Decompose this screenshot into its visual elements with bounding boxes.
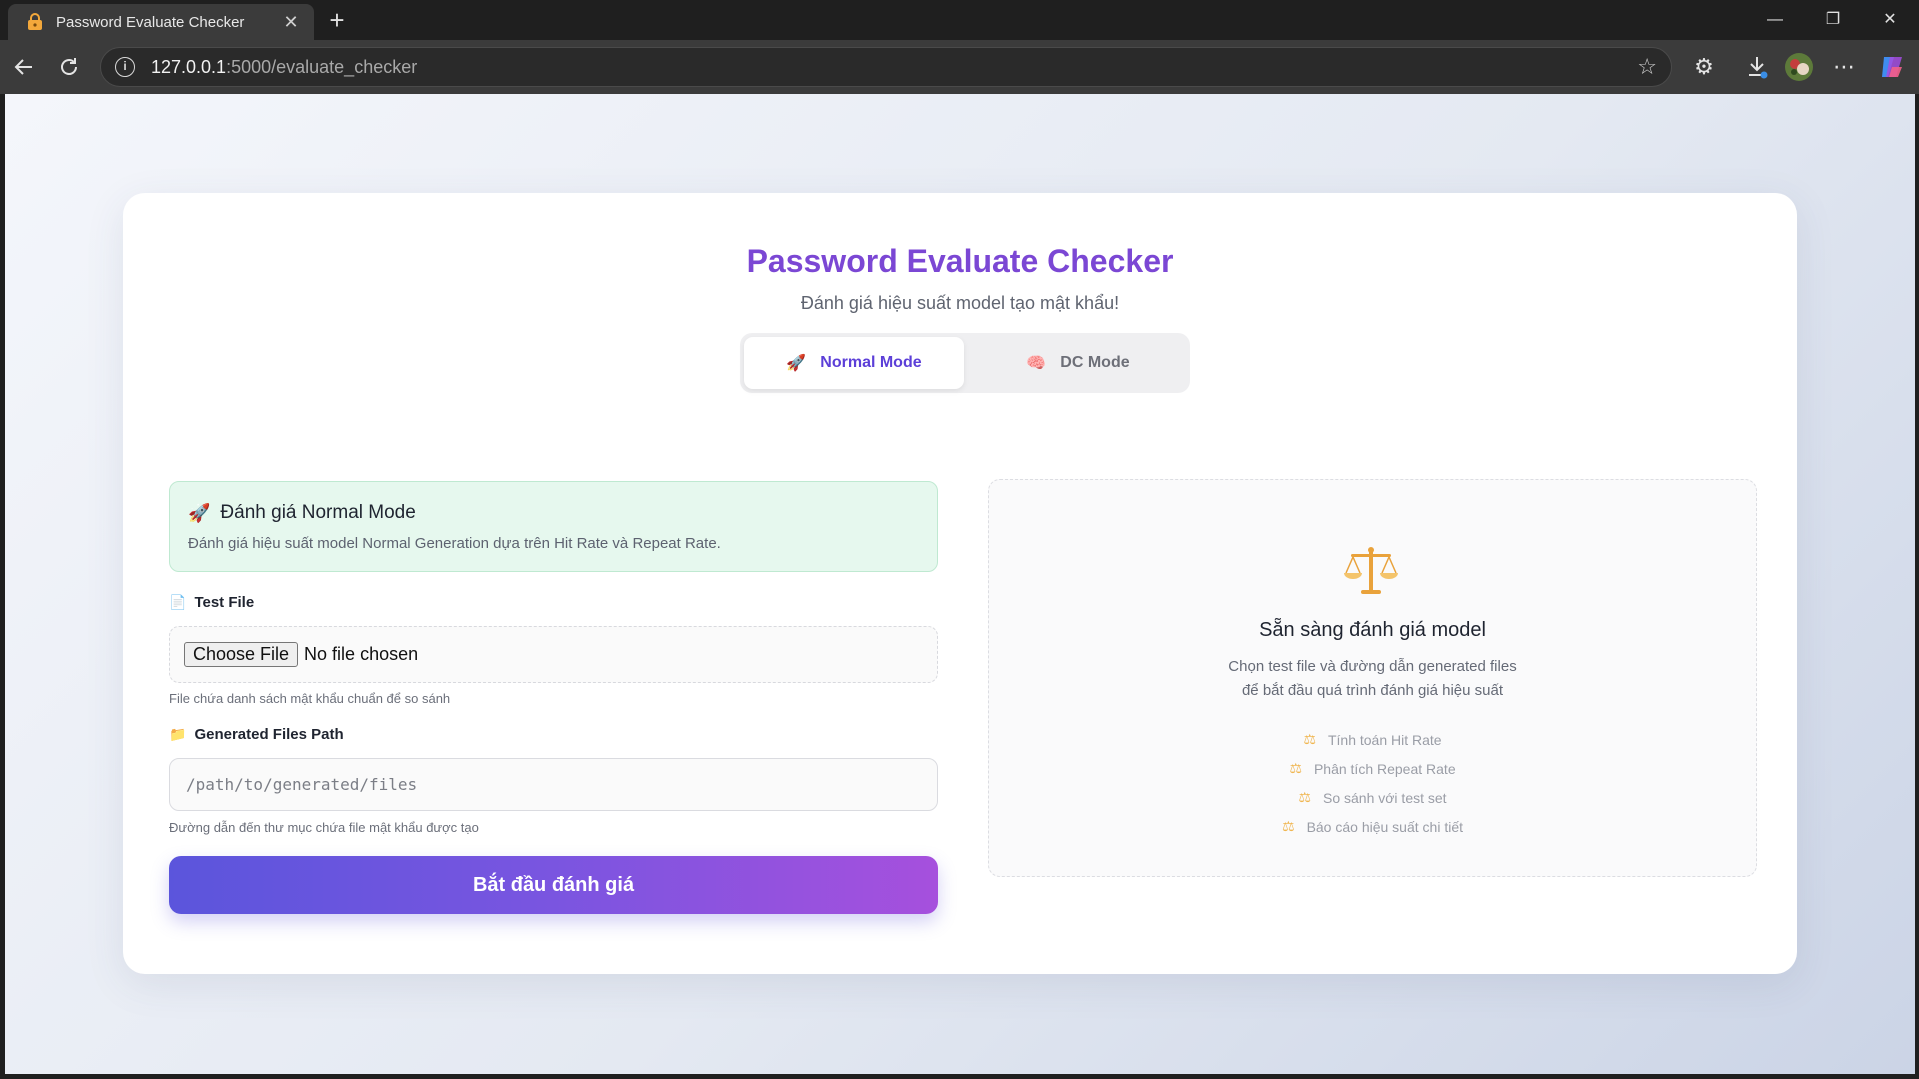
- browser-toolbar: i 127.0.0.1 :5000/evaluate_checker ☆ ⚙ ⋯: [0, 40, 1919, 94]
- choose-file-button[interactable]: Choose File: [184, 642, 299, 667]
- rocket-icon: 🚀: [786, 355, 807, 372]
- feature-item: ⚖ Tính toán Hit Rate: [989, 725, 1756, 754]
- window-frame-bottom: [0, 1074, 1919, 1079]
- browser-tab[interactable]: Password Evaluate Checker ✕: [8, 4, 314, 40]
- back-icon[interactable]: [8, 51, 40, 83]
- test-file-label: Test File: [194, 594, 255, 611]
- profile-avatar[interactable]: [1783, 51, 1815, 83]
- address-bar[interactable]: i 127.0.0.1 :5000/evaluate_checker ☆: [100, 47, 1672, 87]
- reload-icon[interactable]: [53, 51, 85, 83]
- file-status: No file chosen: [304, 644, 419, 664]
- info-title: Đánh giá Normal Mode: [220, 502, 416, 523]
- extensions-icon[interactable]: ⚙: [1688, 51, 1720, 83]
- scale-small-icon: ⚖: [1298, 789, 1311, 805]
- folder-icon: 📁: [169, 726, 187, 742]
- feature-item: ⚖ So sánh với test set: [989, 783, 1756, 812]
- rocket-icon: 🚀: [188, 502, 211, 523]
- start-evaluation-button[interactable]: Bắt đầu đánh giá: [169, 856, 938, 914]
- restore-icon[interactable]: ❐: [1813, 6, 1853, 34]
- brain-icon: 🧠: [1026, 355, 1047, 372]
- mode-switch: 🚀 Normal Mode 🧠 DC Mode: [740, 333, 1190, 393]
- feature-item: ⚖ Báo cáo hiệu suất chi tiết: [989, 812, 1756, 841]
- new-tab-icon[interactable]: +: [322, 6, 352, 36]
- feature-label: Báo cáo hiệu suất chi tiết: [1306, 818, 1463, 835]
- feature-item: ⚖ Phân tích Repeat Rate: [989, 754, 1756, 783]
- scale-small-icon: ⚖: [1289, 760, 1302, 776]
- feature-list: ⚖ Tính toán Hit Rate ⚖ Phân tích Repeat …: [989, 725, 1756, 841]
- page-title: Password Evaluate Checker: [746, 243, 1174, 279]
- more-menu-icon[interactable]: ⋯: [1828, 51, 1860, 83]
- test-file-label-row: 📄 Test File: [169, 594, 254, 611]
- generated-path-label: Generated Files Path: [194, 726, 344, 743]
- normal-mode-label: Normal Mode: [820, 354, 922, 371]
- normal-mode-tab[interactable]: 🚀 Normal Mode: [744, 337, 964, 389]
- generated-path-hint: Đường dẫn đến thư mục chứa file mật khẩu…: [169, 820, 479, 835]
- copilot-icon[interactable]: [1876, 51, 1908, 83]
- dc-mode-label: DC Mode: [1060, 354, 1130, 371]
- url-path: :5000/evaluate_checker: [226, 56, 418, 77]
- scale-icon: [1344, 547, 1398, 594]
- test-file-hint: File chứa danh sách mật khẩu chuẩn để so…: [169, 691, 451, 706]
- ready-description: Chọn test file và đường dẫn generated fi…: [989, 655, 1756, 703]
- dc-mode-tab[interactable]: 🧠 DC Mode: [970, 337, 1186, 389]
- ready-panel: Sẵn sàng đánh giá model Chọn test file v…: [988, 479, 1757, 877]
- feature-label: Phân tích Repeat Rate: [1313, 760, 1456, 777]
- lock-favicon-icon: [26, 13, 44, 31]
- url-host: 127.0.0.1: [151, 56, 227, 77]
- info-description: Đánh giá hiệu suất model Normal Generati…: [188, 535, 721, 552]
- favorite-star-icon[interactable]: ☆: [1637, 54, 1657, 80]
- scale-small-icon: ⚖: [1282, 818, 1295, 834]
- tab-close-icon[interactable]: ✕: [280, 12, 302, 33]
- feature-label: So sánh với test set: [1322, 789, 1447, 806]
- main-card: Password Evaluate Checker Đánh giá hiệu …: [123, 193, 1797, 974]
- window-frame-right: [1915, 94, 1919, 1079]
- ready-desc-line-1: Chọn test file và đường dẫn generated fi…: [1228, 658, 1517, 675]
- info-title-row: 🚀 Đánh giá Normal Mode: [188, 502, 919, 524]
- page-viewport: Password Evaluate Checker Đánh giá hiệu …: [5, 94, 1915, 1074]
- window-close-icon[interactable]: ✕: [1870, 6, 1910, 34]
- feature-label: Tính toán Hit Rate: [1327, 731, 1442, 748]
- tab-title: Password Evaluate Checker: [56, 13, 245, 31]
- site-info-icon[interactable]: i: [115, 57, 135, 77]
- scale-small-icon: ⚖: [1303, 731, 1316, 747]
- ready-desc-line-2: để bắt đầu quá trình đánh giá hiệu suất: [1241, 682, 1504, 699]
- mode-info-box: 🚀 Đánh giá Normal Mode Đánh giá hiệu suấ…: [169, 481, 938, 572]
- generated-path-label-row: 📁 Generated Files Path: [169, 726, 344, 743]
- page-subtitle: Đánh giá hiệu suất model tạo mật khẩu!: [800, 293, 1120, 313]
- downloads-icon[interactable]: [1741, 51, 1773, 83]
- browser-tab-strip: Password Evaluate Checker ✕ + — ❐ ✕: [0, 0, 1919, 40]
- ready-title: Sẵn sàng đánh giá model: [1259, 619, 1486, 641]
- test-file-input[interactable]: Choose File No file chosen: [169, 626, 938, 683]
- minimize-icon[interactable]: —: [1755, 6, 1795, 34]
- generated-path-input[interactable]: [169, 758, 938, 811]
- document-icon: 📄: [169, 594, 187, 610]
